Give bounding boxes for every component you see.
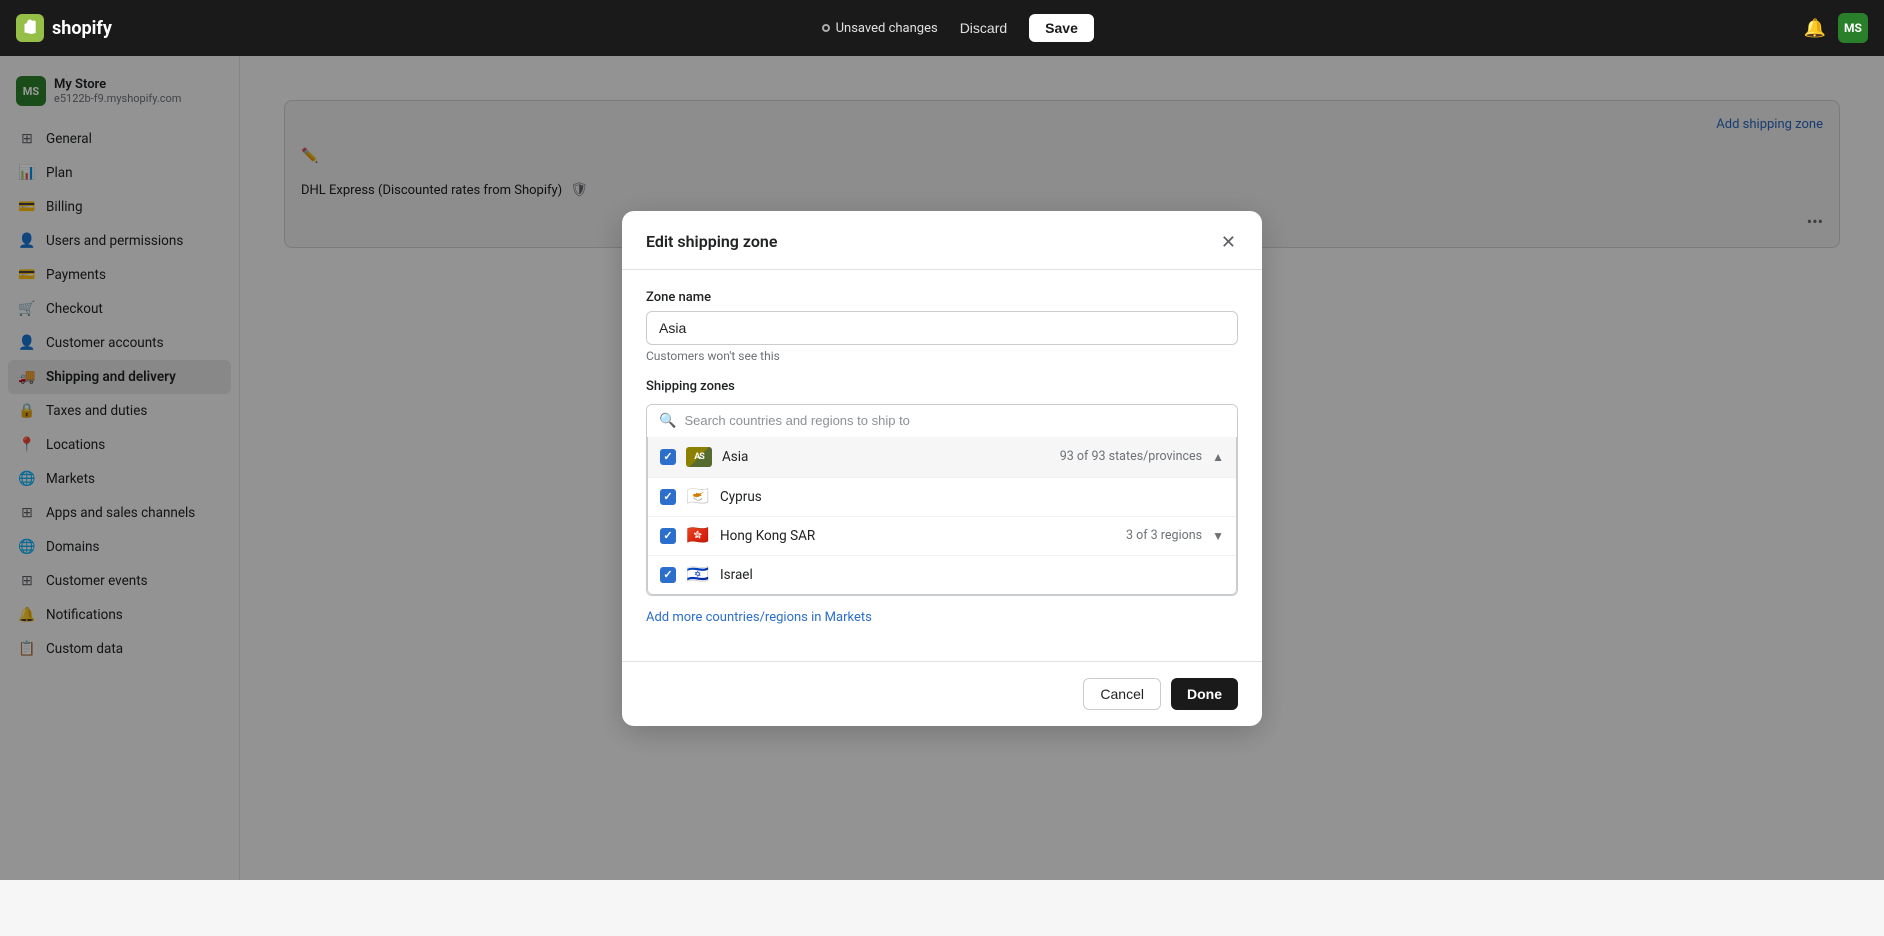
topbar: shopify Unsaved changes Discard Save 🔔 M… — [0, 0, 1884, 56]
israel-country-name: Israel — [720, 567, 1224, 583]
unsaved-changes-indicator: Unsaved changes — [822, 21, 938, 36]
add-markets-link[interactable]: Add more countries/regions in Markets — [646, 610, 872, 625]
zone-name-group: Zone name Customers won't see this — [646, 290, 1238, 363]
cyprus-flag: 🇨🇾 — [686, 488, 710, 506]
country-search-box: 🔍 — [647, 405, 1237, 437]
asia-country-meta: 93 of 93 states/provinces — [1060, 449, 1202, 464]
zone-name-input[interactable] — [646, 311, 1238, 345]
modal-close-button[interactable]: ✕ — [1219, 231, 1238, 253]
modal-header: Edit shipping zone ✕ — [622, 211, 1262, 270]
user-avatar[interactable]: MS — [1838, 13, 1868, 43]
zone-name-label: Zone name — [646, 290, 1238, 305]
hongkong-chevron-down-icon[interactable]: ▼ — [1212, 529, 1224, 543]
israel-flag: 🇮🇱 — [686, 566, 710, 584]
shipping-zones-group: Shipping zones 🔍 AS Asia 93 of 93 states… — [646, 379, 1238, 625]
asia-checkbox[interactable] — [660, 449, 676, 465]
countries-list: AS Asia 93 of 93 states/provinces ▲ 🇨🇾 C… — [647, 437, 1237, 595]
save-button[interactable]: Save — [1029, 14, 1094, 42]
done-button[interactable]: Done — [1171, 678, 1238, 710]
shipping-zones-label: Shipping zones — [646, 379, 1238, 394]
asia-chevron-up-icon[interactable]: ▲ — [1212, 450, 1224, 464]
topbar-center: Unsaved changes Discard Save — [822, 14, 1094, 42]
modal-title: Edit shipping zone — [646, 232, 777, 251]
hongkong-checkbox[interactable] — [660, 528, 676, 544]
cyprus-country-name: Cyprus — [720, 489, 1224, 505]
cyprus-checkbox[interactable] — [660, 489, 676, 505]
asia-country-name: Asia — [722, 449, 1050, 465]
topbar-left: shopify — [16, 14, 112, 42]
hongkong-country-name: Hong Kong SAR — [720, 528, 1116, 544]
country-search-wrapper: 🔍 AS Asia 93 of 93 states/provinces ▲ — [646, 404, 1238, 596]
modal-footer: Cancel Done — [622, 661, 1262, 726]
cancel-button[interactable]: Cancel — [1083, 678, 1161, 710]
edit-shipping-zone-modal: Edit shipping zone ✕ Zone name Customers… — [622, 211, 1262, 726]
country-row-asia[interactable]: AS Asia 93 of 93 states/provinces ▲ — [648, 437, 1236, 477]
search-icon: 🔍 — [659, 413, 676, 429]
notifications-icon[interactable]: 🔔 — [1804, 18, 1826, 39]
asia-flag: AS — [686, 447, 712, 467]
zone-name-hint: Customers won't see this — [646, 349, 1238, 363]
modal-overlay: Edit shipping zone ✕ Zone name Customers… — [0, 56, 1884, 880]
country-row-hongkong[interactable]: 🇭🇰 Hong Kong SAR 3 of 3 regions ▼ — [648, 516, 1236, 555]
unsaved-changes-label: Unsaved changes — [836, 21, 938, 36]
unsaved-dot-icon — [822, 24, 830, 32]
topbar-right: 🔔 MS — [1804, 13, 1868, 43]
country-row-israel[interactable]: 🇮🇱 Israel — [648, 555, 1236, 594]
modal-body: Zone name Customers won't see this Shipp… — [622, 270, 1262, 661]
discard-button[interactable]: Discard — [948, 14, 1019, 42]
shopify-icon — [16, 14, 44, 42]
israel-checkbox[interactable] — [660, 567, 676, 583]
shopify-text: shopify — [52, 18, 112, 39]
country-row-cyprus[interactable]: 🇨🇾 Cyprus — [648, 477, 1236, 516]
hongkong-country-meta: 3 of 3 regions — [1126, 528, 1202, 543]
hongkong-flag: 🇭🇰 — [686, 527, 710, 545]
country-search-input[interactable] — [684, 413, 1225, 428]
shopify-logo[interactable]: shopify — [16, 14, 112, 42]
